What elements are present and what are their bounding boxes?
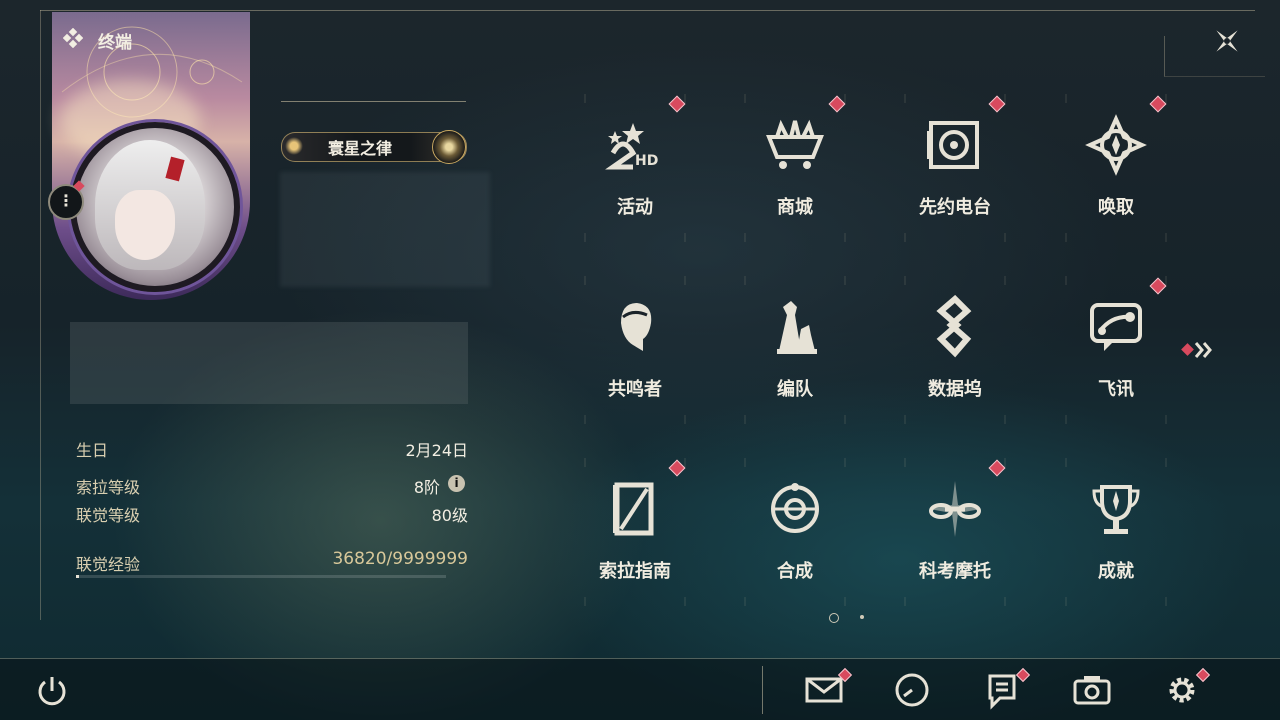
frame-left-line bbox=[40, 10, 41, 620]
motorbike-icon bbox=[929, 481, 981, 537]
radio-disc-icon bbox=[927, 121, 979, 169]
menu-item-3[interactable]: 唤取 bbox=[1036, 93, 1196, 243]
menu-item-4[interactable]: 共鸣者 bbox=[555, 275, 715, 425]
svg-text:HD: HD bbox=[635, 153, 658, 169]
sola-level-value: 8阶 bbox=[413, 478, 440, 497]
player-name-area bbox=[280, 172, 490, 287]
menu-item-5[interactable]: 编队 bbox=[715, 275, 875, 425]
character-head-icon bbox=[621, 303, 652, 351]
birthday-label: 生日 bbox=[76, 441, 109, 460]
menu-item-label: 飞讯 bbox=[1098, 379, 1134, 400]
menu-item-label: 成就 bbox=[1098, 561, 1134, 582]
signature-box[interactable] bbox=[70, 322, 468, 404]
union-level-value: 80级 bbox=[431, 506, 468, 525]
menu-item-label: 索拉指南 bbox=[599, 561, 671, 582]
chat-message-icon bbox=[1090, 303, 1142, 351]
menu-item-label: 科考摩托 bbox=[919, 561, 991, 582]
clock-icon[interactable] bbox=[892, 670, 932, 710]
menu-item-label: 唤取 bbox=[1098, 197, 1134, 218]
section-title: 终端 bbox=[98, 33, 132, 53]
compass-star-icon bbox=[1085, 114, 1147, 176]
menu-item-label: 先约电台 bbox=[919, 197, 991, 218]
menu-item-0[interactable]: HD 活动 bbox=[555, 93, 715, 243]
synthesis-orb-icon bbox=[771, 483, 819, 533]
orb-icon bbox=[432, 130, 466, 164]
bottom-divider bbox=[762, 666, 763, 714]
sun-icon bbox=[285, 137, 303, 155]
info-icon[interactable]: i bbox=[448, 475, 465, 492]
terminal-diamond-icon bbox=[62, 27, 84, 49]
trophy-icon bbox=[1092, 485, 1140, 534]
page-indicator-2[interactable] bbox=[860, 615, 864, 619]
menu-item-6[interactable]: 数据坞 bbox=[875, 275, 1035, 425]
menu-item-label: 商城 bbox=[777, 197, 813, 218]
close-icon[interactable] bbox=[1210, 24, 1244, 58]
guide-book-icon bbox=[613, 482, 654, 536]
exp-label: 联觉经验 bbox=[76, 555, 141, 574]
data-dock-icon bbox=[936, 295, 972, 358]
frame-top-line bbox=[40, 10, 1255, 11]
camera-icon[interactable] bbox=[1072, 670, 1112, 710]
menu-item-11[interactable]: 成就 bbox=[1036, 457, 1196, 607]
exp-value: 36820/9999999 bbox=[332, 549, 468, 569]
chess-pieces-icon bbox=[777, 301, 817, 354]
page-indicator-1[interactable] bbox=[829, 613, 839, 623]
menu-item-1[interactable]: 商城 bbox=[715, 93, 875, 243]
title-badge-label: 寰星之律 bbox=[327, 139, 392, 158]
menu-item-label: 编队 bbox=[777, 379, 813, 400]
menu-item-label: 共鸣者 bbox=[608, 379, 662, 400]
menu-item-9[interactable]: 合成 bbox=[715, 457, 875, 607]
union-level-label: 联觉等级 bbox=[76, 506, 141, 525]
menu-item-label: 活动 bbox=[617, 197, 653, 218]
menu-item-2[interactable]: 先约电台 bbox=[875, 93, 1035, 243]
crown-cart-icon bbox=[766, 119, 824, 169]
sola-level-label: 索拉等级 bbox=[76, 478, 141, 497]
exp-progress-track bbox=[76, 575, 446, 578]
title-divider bbox=[281, 101, 466, 102]
menu-item-10[interactable]: 科考摩托 bbox=[875, 457, 1035, 607]
next-page-arrow-icon[interactable] bbox=[1180, 338, 1220, 362]
power-icon[interactable] bbox=[33, 672, 71, 710]
birthday-value: 2月24日 bbox=[405, 441, 468, 460]
exp-progress-fill bbox=[76, 575, 79, 578]
2hd-event-icon: HD bbox=[605, 123, 658, 170]
bottom-frame-line bbox=[0, 658, 1280, 659]
menu-item-7[interactable]: 飞讯 bbox=[1036, 275, 1196, 425]
menu-item-8[interactable]: 索拉指南 bbox=[555, 457, 715, 607]
menu-item-label: 合成 bbox=[777, 561, 813, 582]
menu-item-label: 数据坞 bbox=[928, 379, 982, 400]
avatar-face bbox=[115, 190, 175, 260]
